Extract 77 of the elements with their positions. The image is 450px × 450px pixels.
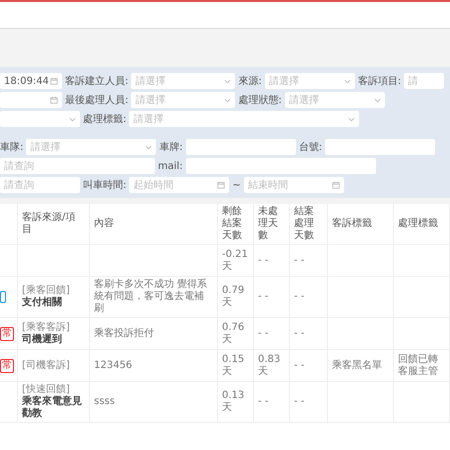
field-label: 台號: xyxy=(298,140,322,154)
field-label: 處理標籤: xyxy=(83,112,126,126)
table-cell-text: 0.15 天 xyxy=(222,354,246,378)
item-text: 支付相關 xyxy=(22,297,63,309)
input-field[interactable]: 請查詢 xyxy=(0,158,155,174)
table-cell-text: 0.13 天 xyxy=(222,390,246,414)
table-cell: - - xyxy=(294,396,304,408)
calendar-icon xyxy=(217,181,226,189)
calendar-icon xyxy=(50,77,58,85)
table-cell: - - xyxy=(258,254,268,266)
field-label: 客訴項目: xyxy=(358,74,402,88)
column-header: 客訴標籤 xyxy=(332,218,372,230)
column-header: 結案處理天數 xyxy=(294,206,315,242)
column-header: 內容 xyxy=(94,218,114,230)
calendar-icon xyxy=(332,181,340,189)
table-cell-text: 客刷卡多次不成功 覺得系統有問題，客可逸去電補刷 xyxy=(94,279,208,315)
field-label: 車隊: xyxy=(0,140,24,154)
table-cell: 乘客投訴拒付 xyxy=(94,328,154,340)
source-text: [快速回饋] xyxy=(22,384,71,395)
select-field[interactable]: 請選擇 xyxy=(131,73,236,89)
table-cell-text: 0.83 天 xyxy=(258,354,282,378)
table-cell-text: 回饋已轉客服主管 xyxy=(398,354,439,378)
caret-icon xyxy=(224,78,232,84)
source-text: [司機客訴] xyxy=(22,360,70,372)
source-text: [乘客客訴] xyxy=(22,322,70,334)
field-label: 來源: xyxy=(238,74,262,88)
select-field[interactable] xyxy=(0,111,80,127)
field-label: ~ xyxy=(232,180,241,190)
input-field[interactable] xyxy=(325,139,436,155)
calendar-icon xyxy=(50,96,58,104)
table-cell: 123456 xyxy=(94,360,132,372)
date-field[interactable] xyxy=(0,92,62,108)
table-cell: -0.21 天 xyxy=(222,248,249,272)
table-cell: - - xyxy=(294,254,304,266)
date-field[interactable]: 起始時間 xyxy=(129,177,230,193)
table-cell: - - xyxy=(294,328,304,340)
item-text: 司機遲到 xyxy=(22,334,63,346)
caret-icon xyxy=(374,96,381,104)
item-text: 乘客來電意見勸教 xyxy=(22,396,83,420)
select-field[interactable]: 請選擇 xyxy=(264,73,355,89)
column-header: 剩餘結案天數 xyxy=(222,206,243,242)
table-cell-text: 0.79 天 xyxy=(222,285,246,309)
select-field[interactable]: 請選擇 xyxy=(129,111,360,127)
table-cell: ssss xyxy=(94,396,115,408)
caret-icon xyxy=(145,144,152,150)
select-field[interactable]: 請 xyxy=(404,73,444,89)
column-header: 客訴來源/項目 xyxy=(22,212,76,236)
caret-icon xyxy=(69,116,76,122)
table-cell: 乘客黑名單 xyxy=(332,360,382,372)
field-label: 客訴建立人員: xyxy=(65,74,128,88)
date-field[interactable]: 18:09:44 xyxy=(0,73,62,89)
field-label: 車牌: xyxy=(159,140,183,154)
field-label: 最後處理人員: xyxy=(65,94,128,107)
date-field[interactable]: 結束時間 xyxy=(244,177,344,193)
column-header: 處理標籤 xyxy=(398,218,438,230)
select-field[interactable]: 請選擇 xyxy=(131,92,236,108)
status-tag: 常 xyxy=(0,358,14,372)
input-field[interactable] xyxy=(186,158,376,174)
table-cell: - - xyxy=(258,291,268,303)
table-cell: - - xyxy=(258,396,268,408)
table-cell: - - xyxy=(294,291,304,303)
select-field[interactable]: 請選擇 xyxy=(284,92,385,108)
source-text: [乘客回饋] xyxy=(22,285,70,296)
select-field[interactable]: 請選擇 xyxy=(26,139,156,155)
table-cell: - - xyxy=(258,328,268,340)
column-header: 未處理天數 xyxy=(258,206,279,242)
status-tag: 常 xyxy=(0,326,14,340)
caret-icon xyxy=(344,78,351,84)
caret-icon xyxy=(224,96,232,104)
table-cell-text: 0.76 天 xyxy=(222,322,246,346)
input-field[interactable]: 請查詢 xyxy=(0,177,80,193)
field-label: 叫車時間: xyxy=(83,178,126,192)
field-label: mail: xyxy=(158,160,183,172)
caret-icon xyxy=(348,116,356,122)
input-field[interactable] xyxy=(186,139,296,155)
table-cell: - - xyxy=(294,360,304,372)
field-label: 處理狀態: xyxy=(238,94,282,107)
